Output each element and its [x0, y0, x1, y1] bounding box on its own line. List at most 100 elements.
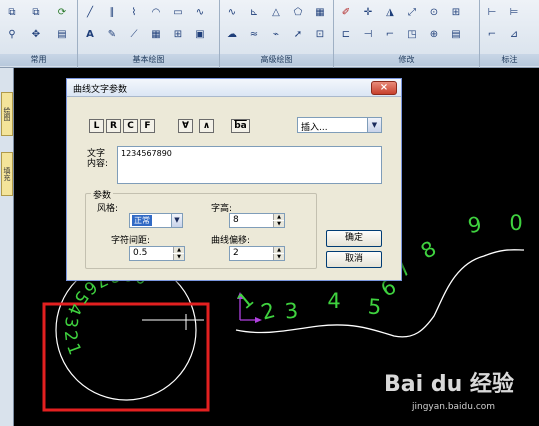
copy-icon[interactable]: ⧉ — [4, 6, 20, 20]
curve-text-char: 2 — [259, 298, 278, 325]
spacing-label: 字符间距: — [111, 236, 151, 246]
line-icon[interactable]: ╱ — [82, 6, 98, 20]
text-content-field[interactable]: 1234567890 — [117, 146, 382, 184]
height-value: 8 — [233, 215, 239, 225]
array-icon[interactable]: ⊞ — [448, 6, 464, 20]
offset-icon[interactable]: ⊙ — [426, 6, 442, 20]
align-fit-button[interactable]: F — [140, 119, 155, 133]
text-inward-button[interactable]: ∧ — [199, 119, 214, 133]
refresh-icon[interactable]: ⟳ — [54, 6, 70, 20]
box-icon[interactable]: ⊡ — [312, 28, 328, 42]
side-tab-fill[interactable]: 填充 — [1, 152, 13, 196]
side-palette-strip: 绘图 填充 — [0, 68, 14, 426]
panel-advanced-draw: ∿ ⊾ △ ⬠ ▦ ☁ ≈ ⌁ ➚ ⊡ 高级绘图 — [220, 0, 334, 68]
leader-icon[interactable]: ⌐ — [484, 28, 500, 42]
pentagon-icon[interactable]: ⬠ — [290, 6, 306, 20]
rectangle-icon[interactable]: ▭ — [170, 6, 186, 20]
spin-up-icon[interactable]: ▲ — [173, 247, 184, 253]
pan-icon[interactable]: ✥ — [28, 28, 44, 42]
curve-text-char: 1 — [233, 287, 259, 314]
text-outward-button[interactable]: ∀ — [178, 119, 193, 133]
spin-down-icon[interactable]: ▼ — [173, 254, 184, 260]
properties-icon[interactable]: ▤ — [448, 28, 464, 42]
panel-title-advanced-draw: 高级绘图 — [220, 54, 333, 66]
dimension-style-icon[interactable]: ⊿ — [506, 28, 522, 42]
panel-common: ⧉ ⧉ ⟳ ⚲ ✥ ▤ 常用 — [0, 0, 78, 68]
grid-icon[interactable]: ⊞ — [170, 28, 186, 42]
trim-icon[interactable]: ⊏ — [338, 28, 354, 42]
triangle-icon[interactable]: △ — [268, 6, 284, 20]
arc-icon[interactable]: ◠ — [148, 6, 164, 20]
curve-text-char: 4 — [327, 289, 340, 313]
hatch-icon[interactable]: ▦ — [148, 28, 164, 42]
mirror-icon[interactable]: ◮ — [382, 6, 398, 20]
cloud-icon[interactable]: ☁ — [224, 28, 240, 42]
align-center-button[interactable]: C — [123, 119, 138, 133]
duplicate-icon[interactable]: ⧉ — [28, 6, 44, 20]
panel-basic-draw: ╱ ∥ ⌇ ◠ ▭ ∿ A ✎ ⟋ ▦ ⊞ ▣ 基本绘图 — [78, 0, 220, 68]
cad-application-window: ⧉ ⧉ ⟳ ⚲ ✥ ▤ 常用 ╱ ∥ ⌇ ◠ ▭ ∿ A ✎ ⟋ ▦ ⊞ ▣ 基… — [0, 0, 539, 426]
align-left-button[interactable]: L — [89, 119, 104, 133]
spin-down-icon[interactable]: ▼ — [273, 221, 284, 227]
layer-icon[interactable]: ▤ — [54, 28, 70, 42]
arrow-icon[interactable]: ➚ — [290, 28, 306, 42]
cancel-button[interactable]: 取消 — [326, 251, 382, 268]
panel-title-modify: 修改 — [334, 54, 479, 66]
aligned-dimension-icon[interactable]: ⊨ — [506, 6, 522, 20]
panel-title-common: 常用 — [0, 54, 77, 66]
scale-icon[interactable]: ⤢ — [404, 6, 420, 20]
spacing-value: 0.5 — [133, 248, 148, 258]
panel-title-dimension: 标注 — [480, 54, 539, 66]
linear-dimension-icon[interactable]: ⊢ — [484, 6, 500, 20]
spline-icon[interactable]: ∿ — [224, 6, 240, 20]
chevron-down-icon[interactable]: ▼ — [367, 118, 381, 132]
dialog-title: 曲线文字参数 — [73, 85, 128, 95]
wave-icon[interactable]: ≈ — [246, 28, 262, 42]
curve-text-params-dialog: 曲线文字参数 × L R C F ∀ ∧ ba 插入... ▼ 文字 内容: 1… — [66, 78, 402, 281]
align-right-button[interactable]: R — [106, 119, 121, 133]
baidu-watermark: Bai du 经验 jingyan.baidu.com — [384, 366, 534, 422]
circle-text-char: 3 — [60, 315, 81, 329]
style-select[interactable]: 正常 ▼ — [129, 213, 183, 228]
fillet-icon[interactable]: ⌐ — [382, 28, 398, 42]
insert-combo[interactable]: 插入... ▼ — [297, 117, 382, 133]
explode-icon[interactable]: ⊕ — [426, 28, 442, 42]
panel-modify: ✐ ✛ ◮ ⤢ ⊙ ⊞ ⊏ ⊣ ⌐ ◳ ⊕ ▤ 修改 — [334, 0, 480, 68]
side-tab-draw[interactable]: 绘图 — [1, 92, 13, 136]
style-select-value: 正常 — [132, 215, 152, 226]
close-button[interactable]: × — [371, 81, 397, 95]
pencil-icon[interactable]: ✎ — [104, 28, 120, 42]
zoom-icon[interactable]: ⚲ — [4, 28, 20, 42]
offset-spinner[interactable]: 2 ▲ ▼ — [229, 246, 285, 261]
image-icon[interactable]: ▣ — [192, 28, 208, 42]
curve-text-char: 0 — [509, 211, 522, 235]
style-label: 风格: — [97, 204, 119, 214]
polyline-icon[interactable]: ⌇ — [126, 6, 142, 20]
height-spinner[interactable]: 8 ▲ ▼ — [229, 213, 285, 228]
measure-icon[interactable]: ⟋ — [126, 28, 142, 42]
double-line-icon[interactable]: ∥ — [104, 6, 120, 20]
offset-label: 曲线偏移: — [211, 236, 251, 246]
extend-icon[interactable]: ⊣ — [360, 28, 376, 42]
spin-up-icon[interactable]: ▲ — [273, 247, 284, 253]
curve-icon[interactable]: ∿ — [192, 6, 208, 20]
break-icon[interactable]: ⌁ — [268, 28, 284, 42]
panel-title-basic-draw: 基本绘图 — [78, 54, 219, 66]
offset-value: 2 — [233, 248, 239, 258]
chamfer-icon[interactable]: ◳ — [404, 28, 420, 42]
dialog-titlebar[interactable]: 曲线文字参数 × — [67, 79, 401, 97]
circle-text-char: 1 — [62, 341, 84, 358]
move-icon[interactable]: ✛ — [360, 6, 376, 20]
erase-icon[interactable]: ✐ — [338, 6, 354, 20]
axis-icon[interactable]: ⊾ — [246, 6, 262, 20]
ok-button[interactable]: 确定 — [326, 230, 382, 247]
ribbon-toolbar: ⧉ ⧉ ⟳ ⚲ ✥ ▤ 常用 ╱ ∥ ⌇ ◠ ▭ ∿ A ✎ ⟋ ▦ ⊞ ▣ 基… — [0, 0, 539, 68]
watermark-url: jingyan.baidu.com — [412, 402, 496, 412]
spin-up-icon[interactable]: ▲ — [273, 214, 284, 220]
table-icon[interactable]: ▦ — [312, 6, 328, 20]
spacing-spinner[interactable]: 0.5 ▲ ▼ — [129, 246, 185, 261]
text-reverse-button[interactable]: ba — [231, 119, 250, 133]
chevron-down-icon[interactable]: ▼ — [171, 214, 182, 227]
text-icon[interactable]: A — [82, 28, 98, 42]
spin-down-icon[interactable]: ▼ — [273, 254, 284, 260]
